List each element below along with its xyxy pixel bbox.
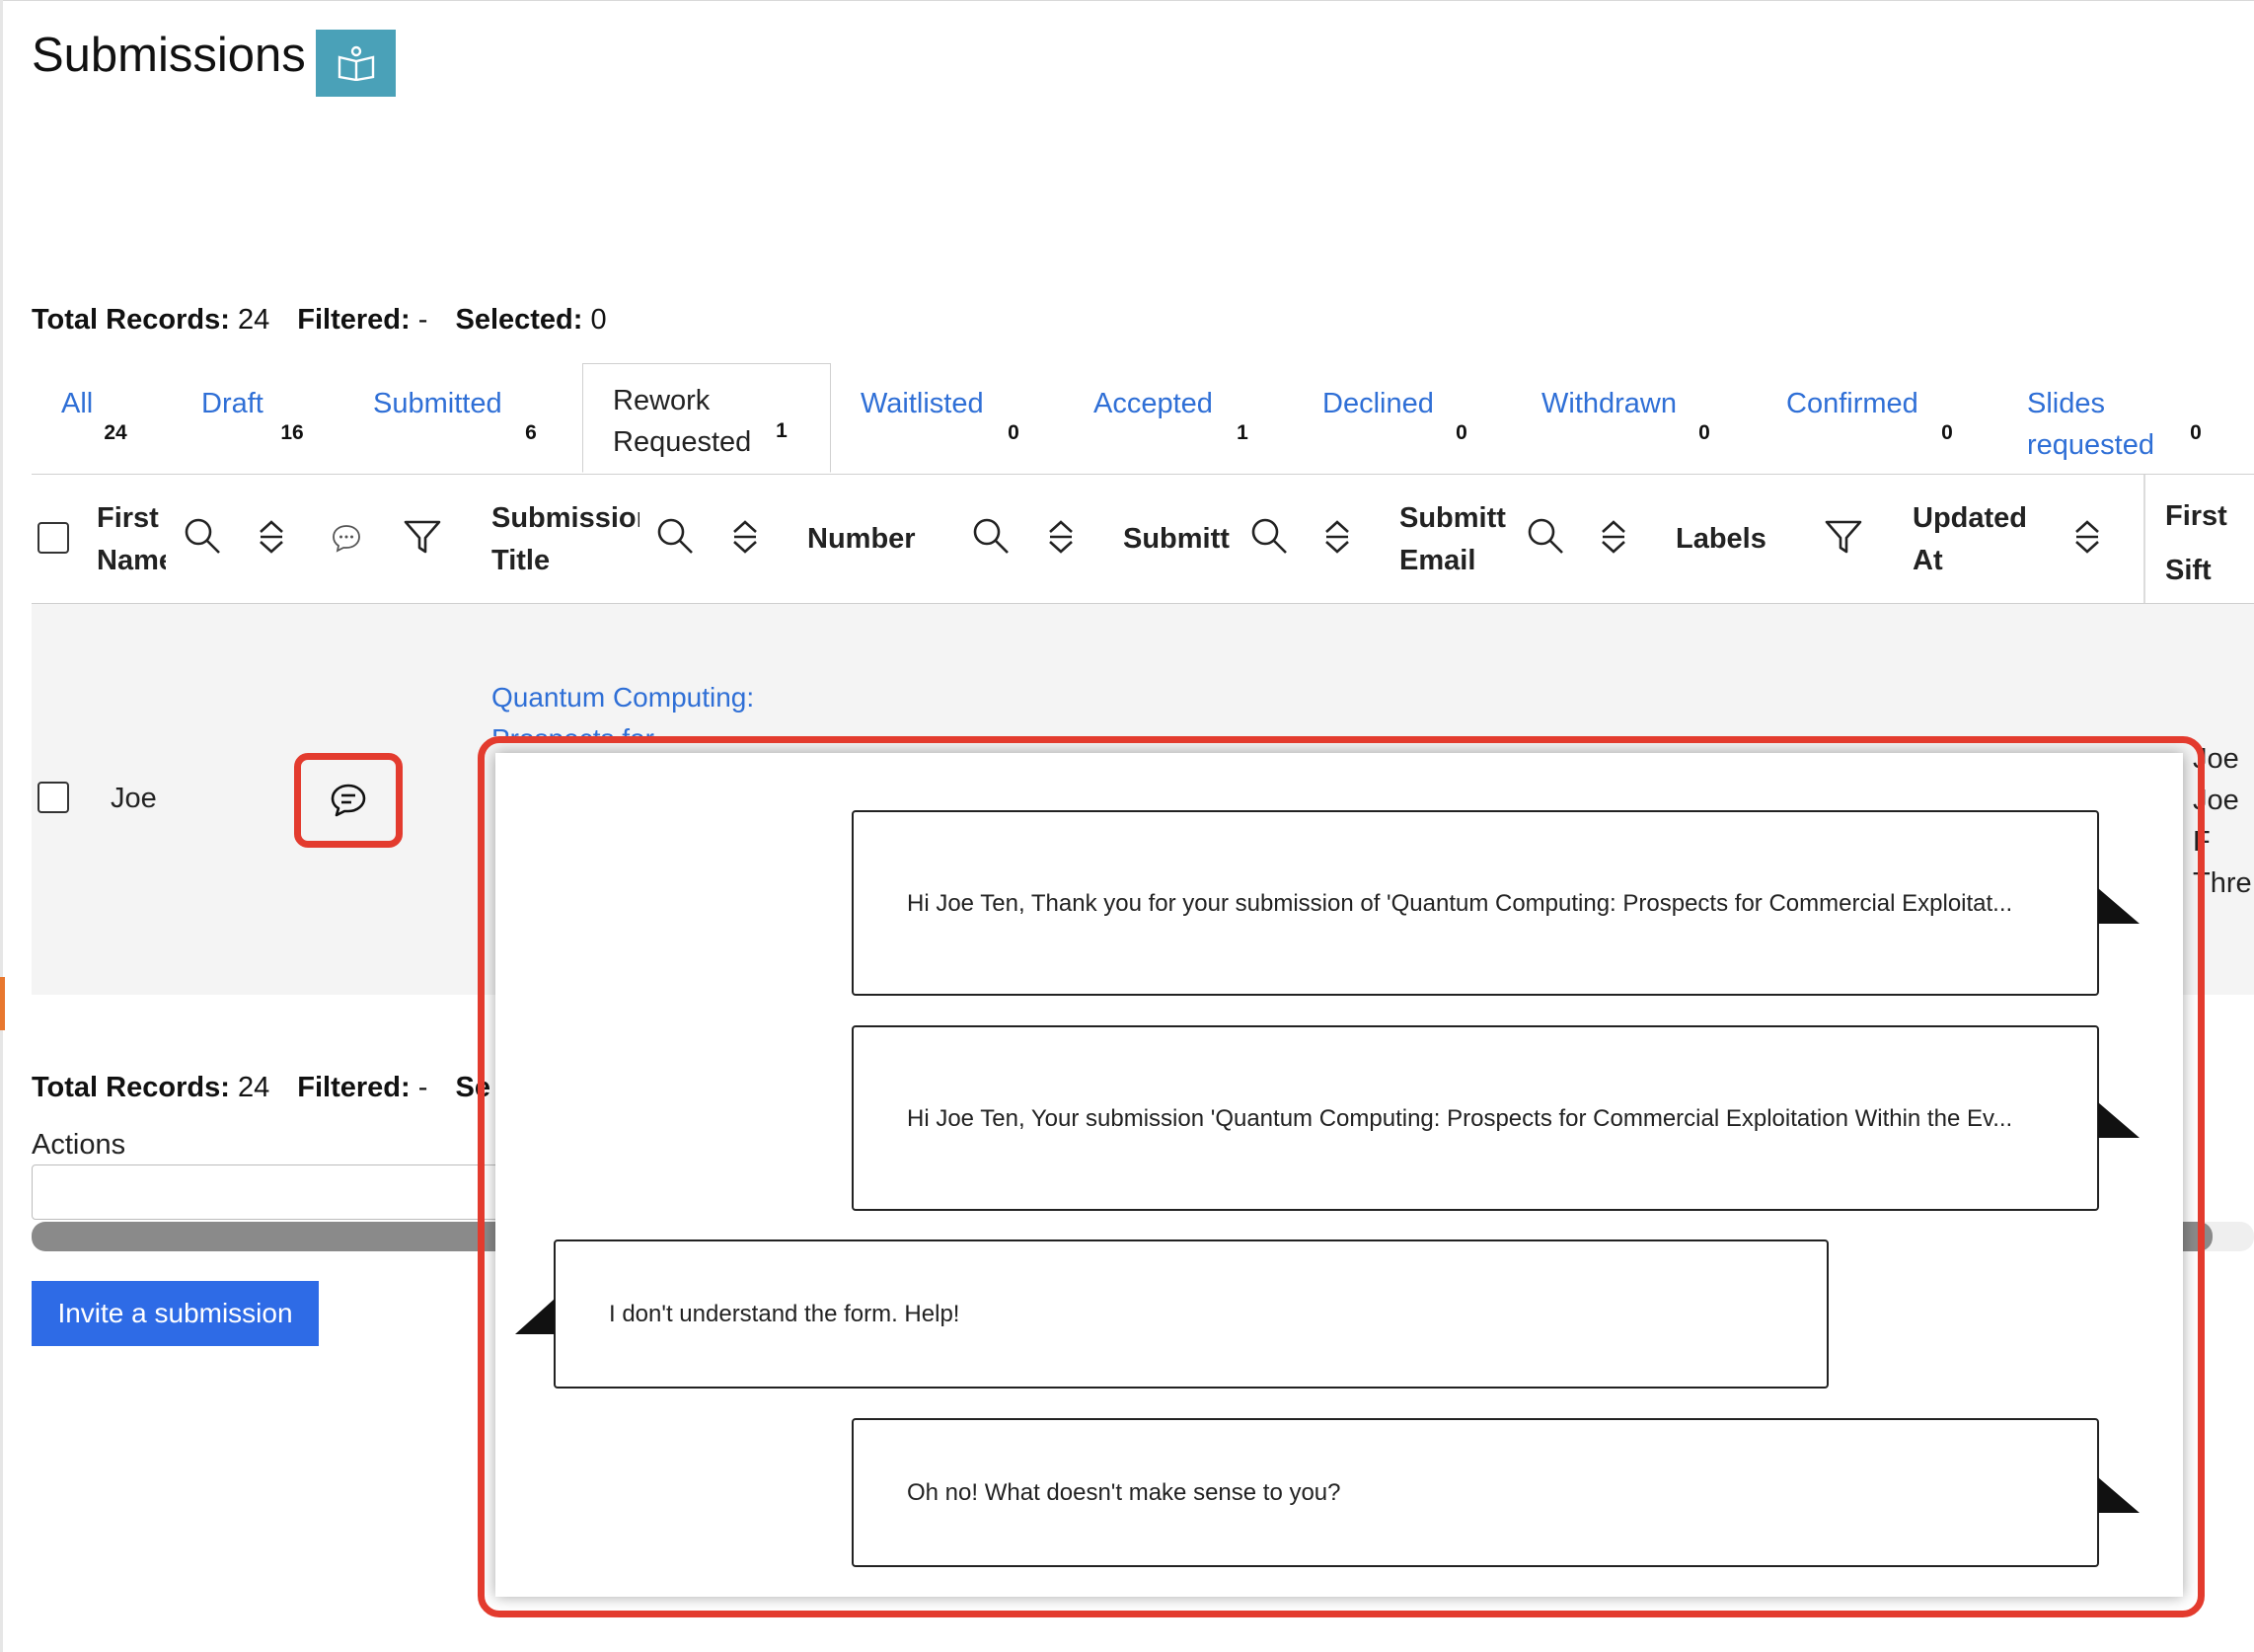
- search-icon[interactable]: [1526, 516, 1565, 556]
- tab-label: Waitlisted: [861, 388, 984, 419]
- sort-icon[interactable]: [1599, 519, 1628, 555]
- total-records-value: 24: [237, 1072, 270, 1103]
- column-first-name: First Name: [97, 502, 166, 576]
- cell-first-name: Joe: [111, 783, 157, 814]
- search-icon[interactable]: [655, 516, 695, 556]
- message-text: I don't understand the form. Help!: [609, 1301, 960, 1327]
- selected-label: Selected:: [455, 304, 583, 336]
- tab-label: Declined: [1322, 388, 1434, 419]
- tab-count: 16: [275, 416, 309, 450]
- message-bubble-outgoing: Hi Joe Ten, Thank you for your submissio…: [852, 810, 2099, 996]
- tab-label: Confirmed: [1786, 388, 1918, 419]
- sort-icon[interactable]: [1322, 519, 1352, 555]
- tab-label: Accepted: [1093, 388, 1213, 419]
- tab-declined[interactable]: Declined 0: [1322, 383, 1478, 450]
- message-bubble-outgoing: Hi Joe Ten, Your submission 'Quantum Com…: [852, 1025, 2099, 1211]
- tab-count: 6: [514, 416, 548, 450]
- book-icon: [338, 45, 374, 81]
- tab-slides-requested[interactable]: Slides requested 0: [2027, 383, 2213, 466]
- tab-label: Submitted: [373, 388, 502, 419]
- total-records-label: Total Records:: [32, 304, 230, 336]
- tab-count: 24: [99, 416, 132, 450]
- selected-value: 0: [590, 304, 607, 336]
- search-icon[interactable]: [183, 516, 222, 556]
- left-accent-mark: [0, 977, 5, 1030]
- tab-count: 1: [1226, 416, 1259, 450]
- tab-submitted[interactable]: Submitted 6: [373, 383, 548, 450]
- submission-title-link[interactable]: Quantum Computing:: [491, 677, 754, 718]
- message-bubble-outgoing: Oh no! What doesn't make sense to you?: [852, 1418, 2099, 1567]
- tab-count: 0: [2179, 416, 2213, 450]
- invite-submission-button[interactable]: Invite a submission: [32, 1281, 319, 1346]
- tab-label: Slides requested: [2027, 388, 2154, 461]
- tab-count: 1: [765, 414, 798, 448]
- message-text: Hi Joe Ten, Your submission 'Quantum Com…: [907, 1104, 2013, 1132]
- comment-icon: [331, 784, 366, 817]
- sort-icon[interactable]: [730, 519, 760, 555]
- sort-icon[interactable]: [1046, 519, 1076, 555]
- top-border: [0, 0, 2254, 1]
- tab-draft[interactable]: Draft 16: [201, 383, 309, 450]
- records-summary: Total Records: 24 Filtered: - Selected: …: [32, 304, 627, 337]
- actions-select[interactable]: [32, 1164, 505, 1220]
- total-records-value: 24: [237, 304, 270, 336]
- tab-waitlisted[interactable]: Waitlisted 0: [861, 383, 1030, 450]
- column-submitter-email: Submitt Email: [1399, 502, 1506, 576]
- actions-label: Actions: [32, 1129, 126, 1161]
- tab-rework-requested[interactable]: Rework Requested 1: [582, 363, 831, 473]
- tab-label: Draft: [201, 388, 263, 419]
- message-text: Oh no! What doesn't make sense to you?: [907, 1479, 1341, 1506]
- message-tail-right: [2098, 1102, 2140, 1138]
- filtered-label: Filtered:: [297, 1072, 411, 1103]
- tab-label: Rework Requested: [613, 385, 752, 458]
- column-submission-title: Submission Title: [491, 497, 639, 582]
- search-icon[interactable]: [971, 516, 1011, 556]
- tab-all[interactable]: All 24: [61, 383, 132, 450]
- search-icon[interactable]: [1249, 516, 1289, 556]
- tab-count: 0: [1930, 416, 1964, 450]
- filtered-value: -: [417, 1072, 428, 1103]
- submission-title-link-continued[interactable]: Prospects for: [491, 718, 669, 736]
- column-first-sift: First Sift: [2165, 500, 2227, 586]
- column-updated-at: Updated At: [1913, 502, 2027, 576]
- messages-button[interactable]: [294, 753, 403, 848]
- tab-count: 0: [1445, 416, 1478, 450]
- comment-icon[interactable]: [332, 523, 361, 553]
- filter-icon[interactable]: [403, 518, 442, 556]
- tab-withdrawn[interactable]: Withdrawn 0: [1541, 383, 1721, 450]
- page-title: Submissions: [32, 29, 306, 82]
- message-bubble-incoming: I don't understand the form. Help!: [554, 1239, 1829, 1389]
- select-all-checkbox[interactable]: [38, 522, 69, 554]
- message-tail-left: [515, 1299, 555, 1334]
- total-records-label: Total Records:: [32, 1072, 230, 1103]
- filtered-value: -: [417, 304, 428, 336]
- column-divider: [2143, 475, 2145, 603]
- tab-confirmed[interactable]: Confirmed 0: [1786, 383, 1964, 450]
- filter-icon[interactable]: [1824, 518, 1863, 556]
- tab-label: Withdrawn: [1541, 388, 1677, 419]
- column-submission-title-text: Submission Title: [491, 502, 639, 576]
- filtered-label: Filtered:: [297, 304, 411, 336]
- column-submitter: Submitt: [1123, 523, 1230, 555]
- tab-label: All: [61, 388, 94, 419]
- tab-count: 0: [997, 416, 1030, 450]
- tab-accepted[interactable]: Accepted 1: [1093, 383, 1259, 450]
- help-button[interactable]: [316, 30, 396, 97]
- sort-icon[interactable]: [2072, 519, 2102, 555]
- message-tail-right: [2098, 1477, 2140, 1513]
- left-border: [0, 0, 3, 1652]
- tab-count: 0: [1688, 416, 1721, 450]
- message-tail-right: [2098, 888, 2140, 924]
- message-text: Hi Joe Ten, Thank you for your submissio…: [907, 889, 2013, 917]
- column-number: Number: [807, 523, 916, 555]
- sort-icon[interactable]: [257, 519, 286, 555]
- row-checkbox[interactable]: [38, 782, 69, 813]
- column-labels: Labels: [1676, 523, 1766, 555]
- records-summary-bottom: Total Records: 24 Filtered: - Se: [32, 1072, 500, 1104]
